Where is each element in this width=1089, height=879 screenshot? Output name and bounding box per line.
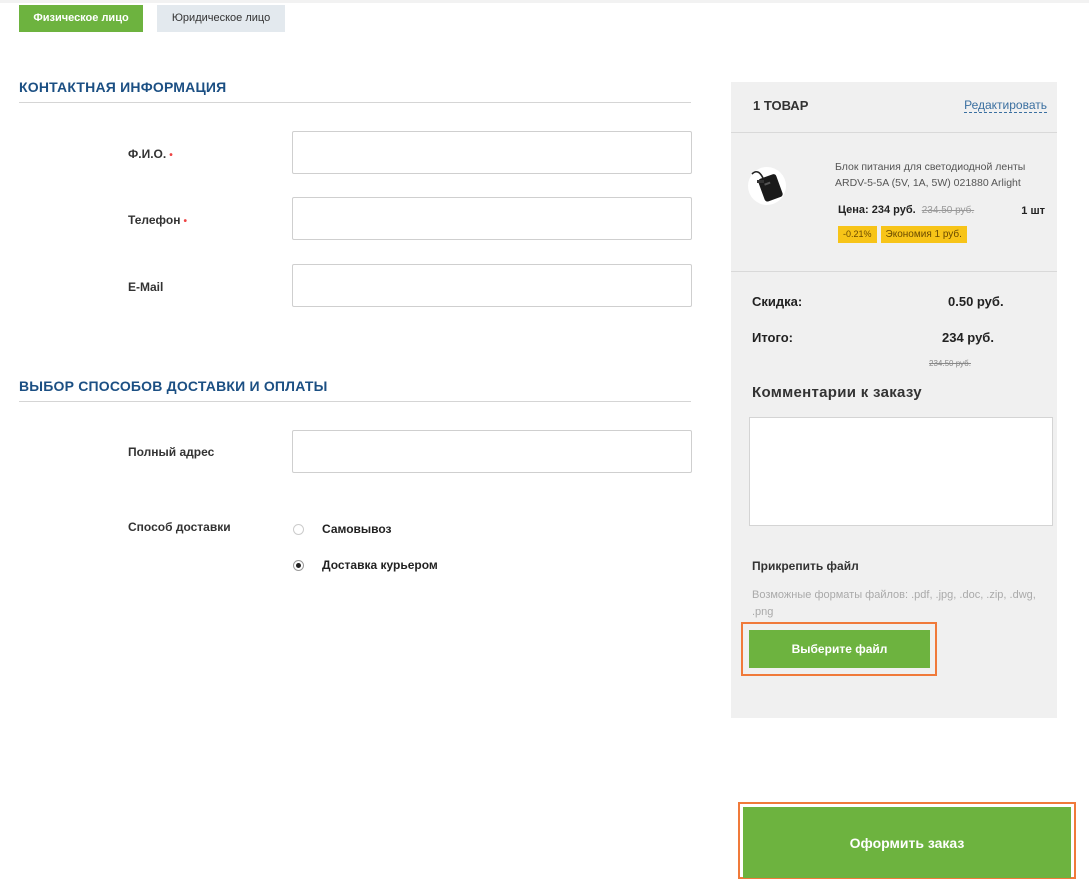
product-name[interactable]: Блок питания для светодиодной ленты ARDV… <box>835 159 1050 191</box>
radio-courier[interactable] <box>293 559 304 571</box>
product-quantity: 1 шт <box>1021 205 1045 217</box>
delivery-method-label: Способ доставки <box>128 520 231 534</box>
address-label: Полный адрес <box>128 445 215 459</box>
total-label: Итого: <box>752 330 793 345</box>
total-old-price: 234.50 руб. <box>929 359 971 368</box>
email-label: E-Mail <box>128 280 164 294</box>
phone-label-text: Телефон <box>128 213 181 227</box>
discount-badges: -0.21% Экономия 1 руб. <box>838 226 967 243</box>
delivery-section-title: ВЫБОР СПОСОБОВ ДОСТАВКИ И ОПЛАТЫ <box>19 378 328 394</box>
tab-company[interactable]: Юридическое лицо <box>157 5 285 32</box>
cart-item: Блок питания для светодиодной ленты ARDV… <box>731 134 1057 270</box>
address-input[interactable] <box>292 430 692 473</box>
product-price: Цена: 234 руб. <box>838 204 916 216</box>
attach-file-title: Прикрепить файл <box>752 559 859 573</box>
contact-section-divider <box>19 102 691 103</box>
delivery-option-courier[interactable]: Доставка курьером <box>293 558 438 572</box>
power-adapter-image <box>748 167 786 205</box>
phone-input[interactable] <box>292 197 692 240</box>
top-divider <box>0 0 1089 3</box>
price-row: Цена: 234 руб. 234.50 руб. <box>838 204 974 216</box>
email-input[interactable] <box>292 264 692 307</box>
cart-header: 1 ТОВАР Редактировать <box>731 82 1057 132</box>
discount-value: 0.50 руб. <box>948 294 1004 309</box>
cart-count-title: 1 ТОВАР <box>753 98 809 113</box>
panel-divider <box>731 271 1057 272</box>
delivery-section-divider <box>19 401 691 402</box>
tab-individual[interactable]: Физическое лицо <box>19 5 143 32</box>
comment-title: Комментарии к заказу <box>752 384 922 401</box>
contact-section-title: КОНТАКТНАЯ ИНФОРМАЦИЯ <box>19 79 227 95</box>
radio-pickup[interactable] <box>293 523 304 535</box>
total-row: Итого: 234 руб. <box>752 330 1032 345</box>
panel-divider <box>731 132 1057 133</box>
choose-file-button[interactable]: Выберите файл <box>749 630 930 668</box>
submit-order-button[interactable]: Оформить заказ <box>743 807 1071 878</box>
discount-percent-badge: -0.21% <box>838 226 877 243</box>
edit-cart-link[interactable]: Редактировать <box>964 98 1047 113</box>
name-label: Ф.И.О. • <box>128 147 173 161</box>
required-mark: • <box>169 150 173 161</box>
delivery-option-pickup[interactable]: Самовывоз <box>293 522 392 536</box>
required-mark: • <box>183 216 187 227</box>
discount-label: Скидка: <box>752 294 803 309</box>
total-value: 234 руб. <box>942 330 994 345</box>
pickup-label: Самовывоз <box>322 522 392 536</box>
courier-label: Доставка курьером <box>322 558 438 572</box>
attach-file-hint: Возможные форматы файлов: .pdf, .jpg, .d… <box>752 589 1036 618</box>
product-old-price: 234.50 руб. <box>921 205 975 216</box>
name-label-text: Ф.И.О. <box>128 147 167 161</box>
discount-row: Скидка: 0.50 руб. <box>752 294 1032 309</box>
phone-label: Телефон • <box>128 213 187 227</box>
name-input[interactable] <box>292 131 692 174</box>
saving-badge: Экономия 1 руб. <box>880 226 967 243</box>
order-comment-textarea[interactable] <box>749 417 1053 526</box>
